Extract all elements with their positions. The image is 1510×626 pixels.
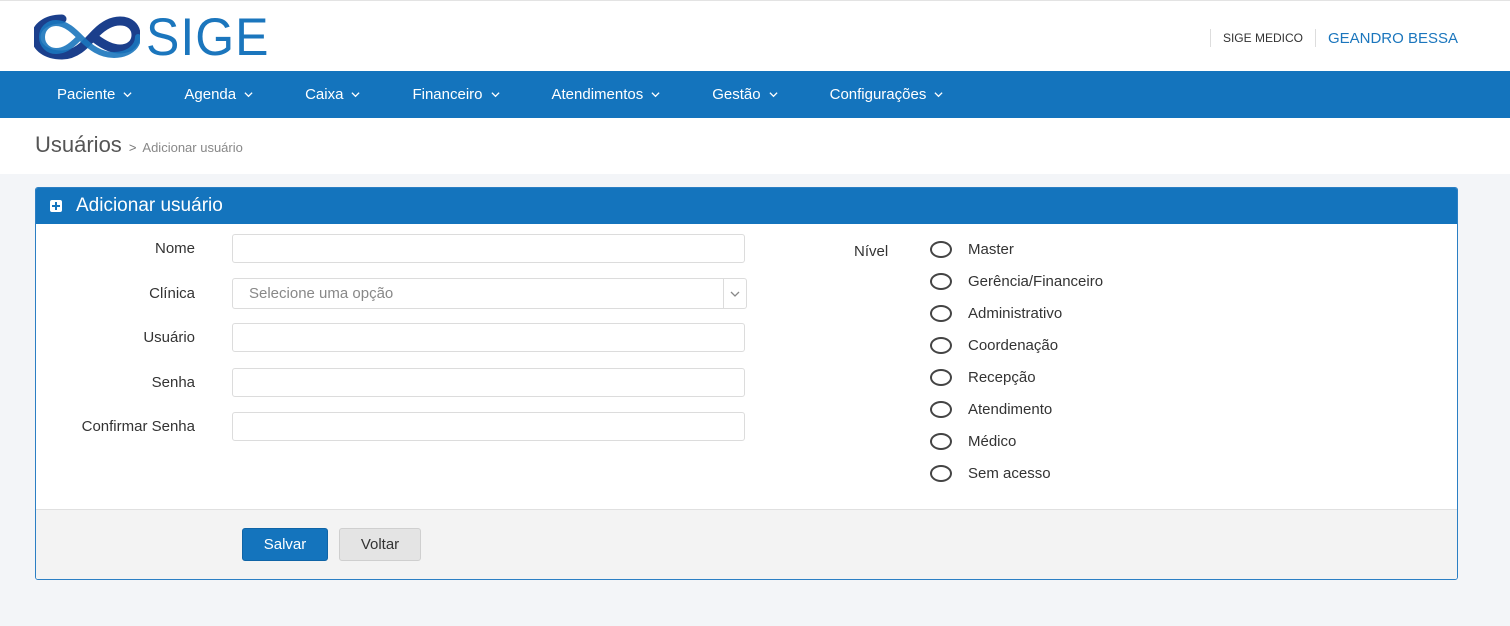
radio-circle-icon[interactable] xyxy=(930,240,952,258)
panel-footer: Salvar Voltar xyxy=(36,509,1457,579)
radio-circle-icon[interactable] xyxy=(930,336,952,354)
nav-caixa[interactable]: Caixa xyxy=(305,86,361,103)
radio-circle-icon[interactable] xyxy=(930,432,952,450)
radio-label: Coordenação xyxy=(968,336,1059,354)
senha-input[interactable] xyxy=(232,368,745,397)
clinica-select[interactable]: Selecione uma opção xyxy=(232,278,747,309)
nav-label: Atendimentos xyxy=(551,86,644,103)
radio-label: Recepção xyxy=(968,368,1036,386)
radio-label: Médico xyxy=(968,432,1017,450)
nivel-radio-group: Master Gerência/Financeiro Administrativ… xyxy=(930,233,1103,489)
add-user-panel: Adicionar usuário Nome Clínica Selecione… xyxy=(35,187,1458,580)
nav-label: Financeiro xyxy=(412,86,483,103)
page-title-bar: Usuários > Adicionar usuário xyxy=(0,118,1510,174)
user-name[interactable]: GEANDRO BESSA xyxy=(1328,30,1458,47)
radio-circle-icon[interactable] xyxy=(930,368,952,386)
breadcrumb-main[interactable]: Usuários xyxy=(35,132,122,158)
row-confirmar-senha: Confirmar Senha xyxy=(36,412,745,441)
breadcrumb-separator: > xyxy=(128,140,137,155)
clinica-label: Clínica xyxy=(149,285,195,302)
nav-agenda[interactable]: Agenda xyxy=(184,86,253,103)
row-nome: Nome xyxy=(36,234,745,263)
nav-gestao[interactable]: Gestão xyxy=(712,86,778,103)
senha-label: Senha xyxy=(151,374,195,391)
panel-title: Adicionar usuário xyxy=(76,195,223,216)
nav-label: Gestão xyxy=(712,86,761,103)
radio-circle-icon[interactable] xyxy=(930,272,952,290)
row-usuario: Usuário xyxy=(36,323,745,352)
radio-circle-icon[interactable] xyxy=(930,304,952,322)
radio-administrativo[interactable]: Administrativo xyxy=(930,297,1103,329)
brand-name: SIGE xyxy=(146,7,270,67)
top-header: SIGE SIGE MEDICO GEANDRO BESSA xyxy=(0,0,1510,71)
breadcrumb: Usuários > Adicionar usuário xyxy=(35,132,243,158)
radio-atendimento[interactable]: Atendimento xyxy=(930,393,1103,425)
header-separator xyxy=(1209,29,1211,47)
clinic-name[interactable]: SIGE MEDICO xyxy=(1223,31,1303,45)
radio-medico[interactable]: Médico xyxy=(930,425,1103,457)
confirmar-senha-label: Confirmar Senha xyxy=(81,418,195,435)
radio-gerencia-financeiro[interactable]: Gerência/Financeiro xyxy=(930,265,1103,297)
chevron-down-icon xyxy=(651,92,660,98)
radio-label: Master xyxy=(968,240,1014,258)
usuario-input[interactable] xyxy=(232,323,745,352)
radio-circle-icon[interactable] xyxy=(930,400,952,418)
radio-coordenacao[interactable]: Coordenação xyxy=(930,329,1103,361)
nav-configuracoes[interactable]: Configurações xyxy=(830,86,944,103)
chevron-down-icon xyxy=(351,92,361,98)
nav-label: Agenda xyxy=(184,86,237,103)
nome-input[interactable] xyxy=(232,234,745,263)
usuario-label: Usuário xyxy=(143,329,195,346)
radio-label: Sem acesso xyxy=(968,464,1051,482)
chevron-down-icon xyxy=(769,92,778,98)
infinity-logo-icon xyxy=(34,14,140,60)
nav-atendimentos[interactable]: Atendimentos xyxy=(552,86,661,103)
confirmar-senha-input[interactable] xyxy=(232,412,745,441)
radio-label: Administrativo xyxy=(968,304,1063,322)
radio-label: Gerência/Financeiro xyxy=(968,272,1104,290)
user-area: SIGE MEDICO GEANDRO BESSA xyxy=(1209,23,1458,53)
main-nav: Paciente Agenda Caixa Financeiro Atendim… xyxy=(0,71,1510,118)
panel-header: Adicionar usuário xyxy=(36,188,1457,224)
breadcrumb-current: Adicionar usuário xyxy=(142,140,243,155)
plus-square-icon xyxy=(50,200,62,212)
nav-label: Configurações xyxy=(829,86,927,103)
row-clinica: Clínica Selecione uma opção xyxy=(36,278,747,309)
save-button[interactable]: Salvar xyxy=(242,528,328,561)
radio-sem-acesso[interactable]: Sem acesso xyxy=(930,457,1103,489)
nome-label: Nome xyxy=(154,240,195,257)
chevron-down-icon xyxy=(934,92,943,98)
nav-paciente[interactable]: Paciente xyxy=(57,86,132,103)
radio-label: Atendimento xyxy=(968,400,1053,418)
chevron-down-icon xyxy=(490,92,500,98)
radio-master[interactable]: Master xyxy=(930,233,1103,265)
nav-label: Caixa xyxy=(305,86,344,103)
nav-financeiro[interactable]: Financeiro xyxy=(412,86,500,103)
clinica-placeholder: Selecione uma opção xyxy=(249,285,394,302)
chevron-down-icon xyxy=(244,92,253,98)
sige-logo[interactable]: SIGE xyxy=(34,7,270,67)
nav-label: Paciente xyxy=(57,86,116,103)
chevron-down-icon xyxy=(730,291,740,297)
chevron-down-icon xyxy=(123,92,132,98)
back-button[interactable]: Voltar xyxy=(339,528,421,561)
select-toggle[interactable] xyxy=(723,279,746,308)
row-senha: Senha xyxy=(36,368,745,397)
radio-recepcao[interactable]: Recepção xyxy=(930,361,1103,393)
radio-circle-icon[interactable] xyxy=(930,464,952,482)
nivel-label: Nível xyxy=(854,243,889,260)
header-separator xyxy=(1314,29,1316,47)
